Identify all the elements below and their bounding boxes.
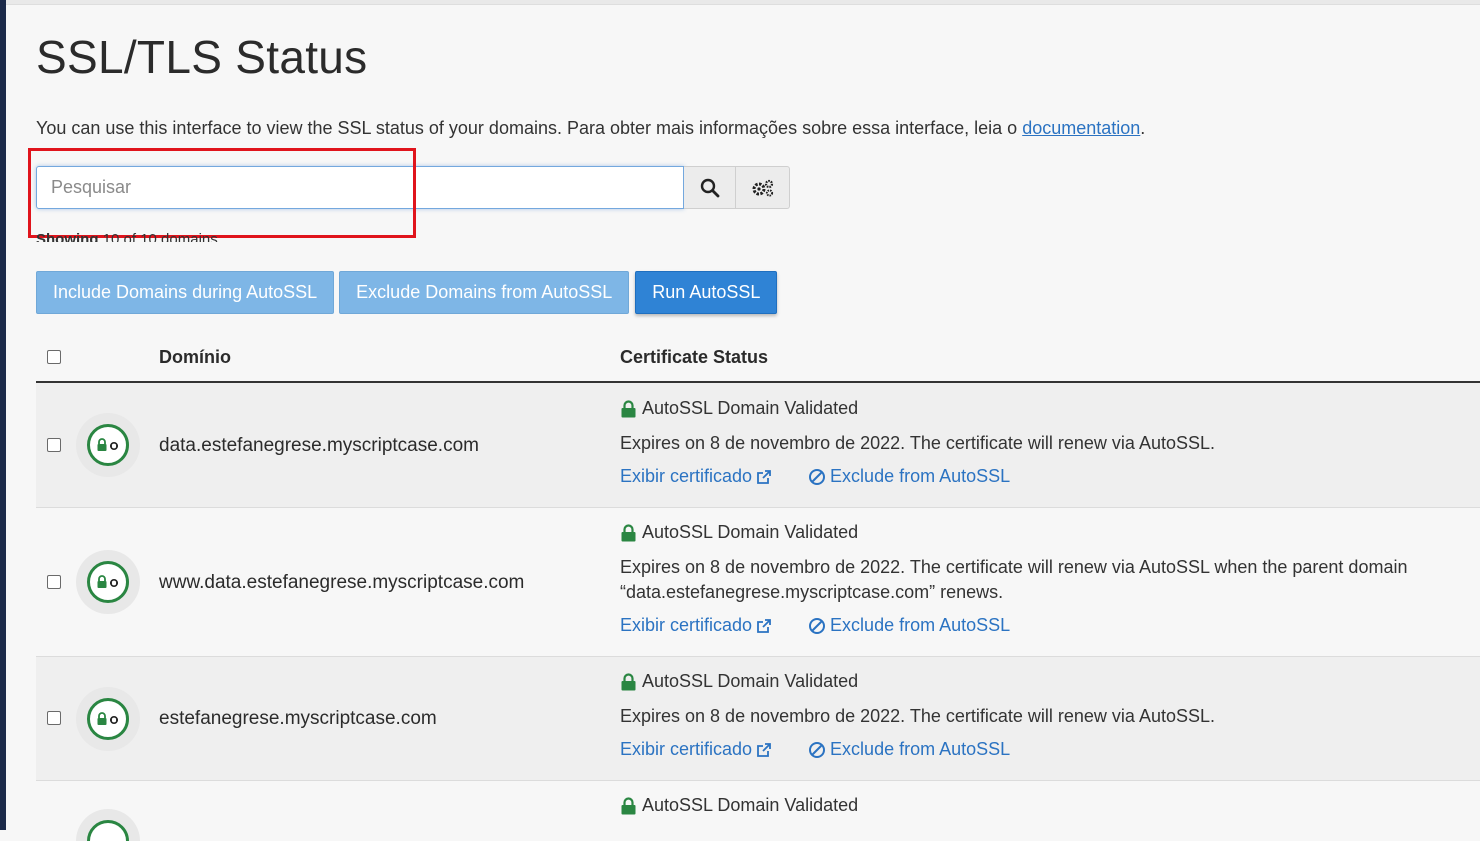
lock-icon bbox=[621, 672, 636, 690]
ban-icon bbox=[809, 468, 826, 485]
domain-name: estefanegrese.myscriptcase.com bbox=[159, 708, 437, 729]
domains-table: Domínio Certificate Status data.estefane… bbox=[36, 334, 1480, 841]
exclude-label: Exclude from AutoSSL bbox=[830, 466, 1011, 486]
status-label: AutoSSL Domain Validated bbox=[642, 398, 859, 418]
view-certificate-link[interactable]: Exibir certificado bbox=[620, 615, 772, 636]
status-label: AutoSSL Domain Validated bbox=[642, 795, 859, 815]
status-description: Expires on 8 de novembro de 2022. The ce… bbox=[620, 706, 1216, 726]
search-settings-button[interactable] bbox=[736, 166, 790, 209]
exclude-from-autossl-link[interactable]: Exclude from AutoSSL bbox=[808, 615, 1010, 636]
documentation-link[interactable]: documentation bbox=[1022, 118, 1140, 138]
table-row: data.estefanegrese.myscriptcase.com Auto… bbox=[36, 383, 1480, 508]
page-title: SSL/TLS Status bbox=[36, 31, 368, 83]
view-certificate-label: Exibir certificado bbox=[620, 466, 753, 486]
lock-sync-icon bbox=[97, 438, 119, 451]
intro-text-end: . bbox=[1140, 118, 1146, 138]
run-autossl-button[interactable]: Run AutoSSL bbox=[635, 271, 778, 314]
table-row: AutoSSL Domain Validated bbox=[36, 781, 1480, 841]
exclude-label: Exclude from AutoSSL bbox=[830, 739, 1011, 759]
intro-text-body: You can use this interface to view the S… bbox=[36, 118, 1023, 138]
status-description: Expires on 8 de novembro de 2022. The ce… bbox=[620, 557, 1408, 602]
external-link-icon bbox=[757, 742, 771, 757]
search-button[interactable] bbox=[684, 166, 736, 209]
certificate-status: AutoSSL Domain Validated Expires on 8 de… bbox=[620, 522, 1440, 636]
left-nav-edge bbox=[0, 0, 6, 830]
status-label: AutoSSL Domain Validated bbox=[642, 671, 859, 691]
exclude-from-autossl-link[interactable]: Exclude from AutoSSL bbox=[808, 466, 1010, 487]
ssl-status-icon bbox=[76, 687, 140, 751]
showing-count: Showing 10 of 10 domains bbox=[36, 231, 218, 248]
lock-sync-icon bbox=[97, 575, 119, 588]
exclude-from-autossl-link[interactable]: Exclude from AutoSSL bbox=[808, 739, 1010, 760]
external-link-icon bbox=[757, 618, 771, 633]
ssl-status-icon bbox=[76, 550, 140, 614]
domain-name: data.estefanegrese.myscriptcase.com bbox=[159, 435, 479, 456]
view-certificate-label: Exibir certificado bbox=[620, 615, 753, 635]
lock-icon bbox=[621, 796, 636, 814]
autossl-actions: Include Domains during AutoSSL Exclude D… bbox=[36, 271, 778, 314]
lock-icon bbox=[621, 399, 636, 417]
search-icon bbox=[700, 178, 719, 197]
showing-text: 10 of 10 domains bbox=[102, 231, 218, 248]
exclude-domains-button[interactable]: Exclude Domains from AutoSSL bbox=[339, 271, 630, 314]
domain-name: www.data.estefanegrese.myscriptcase.com bbox=[159, 572, 525, 593]
exclude-label: Exclude from AutoSSL bbox=[830, 615, 1011, 635]
highlight-annotation bbox=[28, 148, 416, 238]
column-header-status: Certificate Status bbox=[620, 347, 769, 367]
ban-icon bbox=[809, 741, 826, 758]
include-domains-button[interactable]: Include Domains during AutoSSL bbox=[36, 271, 335, 314]
view-certificate-link[interactable]: Exibir certificado bbox=[620, 739, 772, 760]
lock-sync-icon bbox=[97, 712, 119, 725]
table-row: estefanegrese.myscriptcase.com AutoSSL D… bbox=[36, 657, 1480, 781]
ssl-status-icon bbox=[76, 809, 140, 841]
row-checkbox[interactable] bbox=[47, 575, 61, 589]
column-header-domain: Domínio bbox=[159, 347, 231, 367]
table-header: Domínio Certificate Status bbox=[36, 334, 1480, 383]
showing-label: Showing bbox=[36, 231, 99, 248]
view-certificate-label: Exibir certificado bbox=[620, 739, 753, 759]
ssl-status-icon bbox=[76, 413, 140, 477]
status-description: Expires on 8 de novembro de 2022. The ce… bbox=[620, 433, 1216, 453]
certificate-status: AutoSSL Domain Validated bbox=[620, 795, 858, 816]
external-link-icon bbox=[757, 469, 771, 484]
status-label: AutoSSL Domain Validated bbox=[642, 522, 859, 542]
certificate-status: AutoSSL Domain Validated Expires on 8 de… bbox=[620, 398, 1440, 487]
row-checkbox[interactable] bbox=[47, 711, 61, 725]
view-certificate-link[interactable]: Exibir certificado bbox=[620, 466, 772, 487]
intro-text: You can use this interface to view the S… bbox=[36, 118, 1145, 139]
table-row: www.data.estefanegrese.myscriptcase.com … bbox=[36, 508, 1480, 657]
row-checkbox[interactable] bbox=[47, 438, 61, 452]
ban-icon bbox=[809, 617, 826, 634]
select-all-checkbox[interactable] bbox=[47, 350, 61, 364]
top-border bbox=[6, 0, 1480, 5]
lock-icon bbox=[621, 523, 636, 541]
gears-icon bbox=[752, 179, 773, 197]
certificate-status: AutoSSL Domain Validated Expires on 8 de… bbox=[620, 671, 1440, 760]
